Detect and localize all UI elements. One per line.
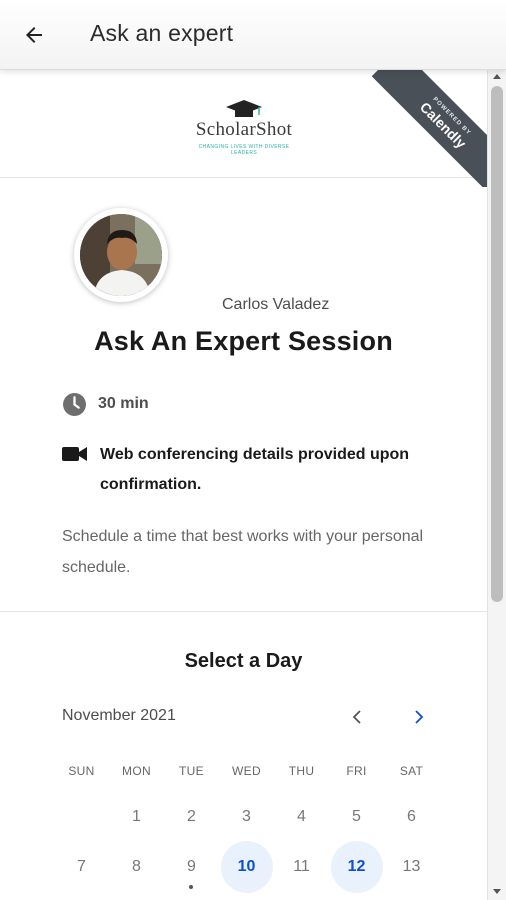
- calendar-week-2: 7 8 9 10 11 12 13: [54, 841, 439, 893]
- calendar-day: 11: [293, 858, 310, 875]
- scroll-up-arrow-icon[interactable]: [493, 74, 501, 79]
- page-title: Ask an expert: [90, 20, 234, 46]
- logo-header: ScholarShot CHANGING LIVES WITH DIVERSE …: [0, 70, 487, 187]
- scholarshot-logo: ScholarShot CHANGING LIVES WITH DIVERSE …: [180, 98, 308, 158]
- host-name: Carlos Valadez: [222, 296, 330, 313]
- weekday-label: SUN: [68, 764, 95, 778]
- today-indicator-dot: [189, 885, 193, 889]
- ribbon-band: POWERED BY Calendly: [371, 70, 487, 187]
- calendar-day-number: 9: [187, 858, 196, 875]
- calendar-day-today: 9: [164, 842, 219, 892]
- select-day-heading: Select a Day: [184, 650, 303, 672]
- calendar-day: 1: [132, 808, 141, 825]
- weekday-label: FRI: [346, 764, 367, 778]
- conferencing-text: Web conferencing details provided upon c…: [100, 446, 410, 493]
- event-description: Schedule a time that best works with you…: [62, 528, 424, 576]
- chevron-left-icon: [352, 710, 361, 724]
- person-photo-icon: [80, 214, 162, 296]
- weekday-header: SUN MON TUE WED THU FRI SAT: [54, 764, 439, 778]
- weekday-label: WED: [232, 764, 261, 778]
- video-camera-icon: [62, 447, 87, 461]
- calendar-day: 7: [77, 858, 86, 875]
- logo-wordmark: ScholarShot: [195, 119, 293, 140]
- calendar-day: 5: [352, 808, 361, 825]
- back-button[interactable]: [16, 17, 52, 53]
- duration-row: 30 min: [62, 392, 149, 417]
- weekday-label: SAT: [399, 764, 424, 778]
- calendar-day: 6: [407, 808, 416, 825]
- month-label: November 2021: [62, 707, 176, 724]
- chevron-right-icon: [415, 710, 424, 724]
- scroll-down-arrow-icon[interactable]: [493, 889, 501, 894]
- calendar-day: 2: [187, 808, 196, 825]
- calendar-day: 8: [132, 858, 141, 875]
- weekday-label: THU: [288, 764, 315, 778]
- powered-by-ribbon[interactable]: POWERED BY Calendly: [370, 70, 487, 187]
- calendar-day-available[interactable]: 10: [219, 841, 274, 893]
- host-avatar: [74, 208, 168, 302]
- available-day-button[interactable]: 12: [330, 841, 383, 893]
- previous-month-button[interactable]: [346, 706, 368, 728]
- available-day-button[interactable]: 10: [220, 841, 273, 893]
- calendar-week-1: 1 2 3 4 5 6: [54, 792, 439, 842]
- scrollbar[interactable]: [487, 70, 506, 900]
- calendar-day: 4: [297, 808, 306, 825]
- event-title: Ask An Expert Session: [94, 326, 393, 356]
- app-header: Ask an expert: [0, 0, 506, 70]
- calendar-day: 3: [242, 808, 251, 825]
- next-month-button[interactable]: [408, 706, 430, 728]
- weekday-label: MON: [122, 764, 151, 778]
- scroll-thumb[interactable]: [491, 86, 503, 602]
- arrow-left-icon: [26, 27, 42, 43]
- graduation-cap-icon: [226, 100, 262, 117]
- avatar-photo: [80, 214, 162, 296]
- section-divider: [0, 611, 487, 612]
- clock-icon: [63, 393, 86, 416]
- conferencing-row: Web conferencing details provided upon c…: [62, 440, 420, 500]
- logo-tagline: CHANGING LIVES WITH DIVERSE LEADERS: [198, 144, 290, 156]
- calendar-day: 13: [402, 858, 421, 875]
- calendar-day-available[interactable]: 12: [329, 841, 384, 893]
- duration-text: 30 min: [98, 395, 149, 412]
- scheduling-panel: ScholarShot CHANGING LIVES WITH DIVERSE …: [0, 70, 487, 900]
- weekday-label: TUE: [179, 764, 204, 778]
